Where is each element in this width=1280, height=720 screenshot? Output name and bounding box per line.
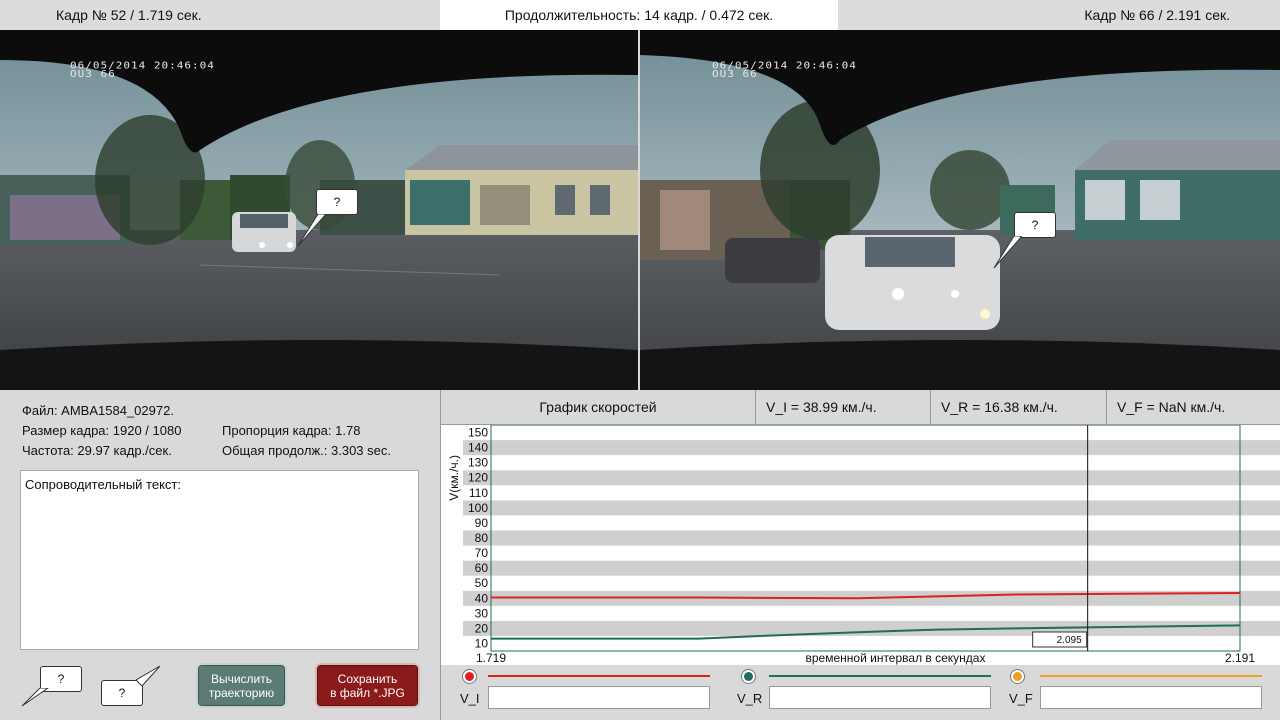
x-axis-label: временной интервал в секундах <box>806 651 986 665</box>
top-bar: Кадр № 52 / 1.719 сек. Продолжительность… <box>0 0 1280 30</box>
vr-legend-label: V_R <box>737 691 763 706</box>
vf-value: V_F = NaN км./ч. <box>1117 399 1226 415</box>
chart-stripe <box>463 605 1280 621</box>
y-tick-label: 10 <box>475 636 489 650</box>
left-frame-marker[interactable]: ? <box>316 189 358 215</box>
y-tick-label: 120 <box>468 471 488 485</box>
y-tick-label: 130 <box>468 456 488 470</box>
vi-value-cell: V_I = 38.99 км./ч. <box>756 390 931 425</box>
chart-title-cell: График скоростей <box>441 390 756 425</box>
duration-label: Продолжительность: 14 кадр. / 0.472 сек. <box>440 0 838 30</box>
vf-legend-label: V_F <box>1009 691 1033 706</box>
right-marker-pointer-icon <box>993 236 1022 269</box>
x-start-label: 1.719 <box>476 651 506 665</box>
vi-legend-line <box>488 675 710 677</box>
vf-legend-line <box>1040 675 1262 677</box>
y-axis-label: V(км./ч.) <box>447 455 461 501</box>
left-video-frame[interactable]: 06/05/2014 20:46:04 OU3 66 ? <box>0 30 638 390</box>
marker-tool-b-pointer-icon <box>136 665 161 687</box>
vi-legend-dot[interactable] <box>463 670 476 683</box>
total-duration: Общая продолж.: 3.303 sec. <box>222 443 391 458</box>
vf-value-cell: V_F = NaN км./ч. <box>1107 390 1280 425</box>
vr-legend-line <box>769 675 991 677</box>
y-tick-label: 140 <box>468 441 488 455</box>
marker-tool-a-pointer-icon <box>21 688 49 707</box>
y-tick-label: 50 <box>475 576 489 590</box>
calculate-trajectory-button[interactable]: Вычислить траекторию <box>196 663 287 708</box>
frame-rate: Частота: 29.97 кадр./сек. <box>22 443 172 458</box>
chart-stripe <box>463 515 1280 531</box>
vi-legend-label: V_I <box>460 691 480 706</box>
x-end-label: 2.191 <box>1225 651 1255 665</box>
chart-stripe <box>463 455 1280 471</box>
right-video-frame[interactable]: 06/05/2014 20:46:04 OU3 66 ? <box>640 30 1280 390</box>
vr-value: V_R = 16.38 км./ч. <box>941 399 1058 415</box>
vr-legend-input[interactable] <box>769 686 991 709</box>
frame-aspect: Пропорция кадра: 1.78 <box>222 423 361 438</box>
vi-legend-input[interactable] <box>488 686 710 709</box>
chart-stripe <box>463 425 1280 441</box>
right-frame-label: Кадр № 66 / 2.191 сек. <box>1084 7 1230 23</box>
y-tick-label: 80 <box>475 531 489 545</box>
chart-title: График скоростей <box>539 399 657 415</box>
right-frame-timestamp: 06/05/2014 20:46:04 OU3 66 <box>712 59 857 80</box>
file-name: Файл: AMBA1584_02972. <box>22 403 174 418</box>
y-tick-label: 100 <box>468 501 488 515</box>
chart-cursor-label: 2.095 <box>1057 635 1082 646</box>
y-tick-label: 40 <box>475 591 489 605</box>
y-tick-label: 70 <box>475 546 489 560</box>
chart-stripe <box>463 470 1280 486</box>
y-tick-label: 110 <box>469 486 488 500</box>
left-frame-timestamp: 06/05/2014 20:46:04 OU3 66 <box>70 59 215 80</box>
chart-stripe <box>463 530 1280 546</box>
chart-stripe <box>463 500 1280 516</box>
vf-legend-input[interactable] <box>1040 686 1262 709</box>
y-tick-label: 150 <box>468 426 488 440</box>
y-tick-label: 30 <box>475 606 489 620</box>
left-marker-pointer-icon <box>297 214 326 247</box>
notes-textarea[interactable]: Сопроводительный текст: <box>20 470 419 650</box>
save-jpg-button[interactable]: Сохранить в файл *.JPG <box>315 663 420 708</box>
vi-value: V_I = 38.99 км./ч. <box>766 399 877 415</box>
chart-stripe <box>463 485 1280 501</box>
vf-legend-dot[interactable] <box>1011 670 1024 683</box>
y-tick-label: 60 <box>475 561 489 575</box>
y-tick-label: 20 <box>475 621 489 635</box>
chart-stripe <box>463 545 1280 561</box>
right-frame-image <box>640 30 1280 390</box>
right-frame-marker[interactable]: ? <box>1014 212 1056 238</box>
vr-value-cell: V_R = 16.38 км./ч. <box>931 390 1107 425</box>
notes-label: Сопроводительный текст: <box>25 477 181 492</box>
vr-legend-dot[interactable] <box>742 670 755 683</box>
left-frame-label: Кадр № 52 / 1.719 сек. <box>56 7 202 23</box>
frame-size: Размер кадра: 1920 / 1080 <box>22 423 182 438</box>
speed-chart[interactable]: 150 140 130 120 110 100 90 80 70 60 50 40 30 20 10 V(км… <box>441 424 1280 665</box>
chart-stripe <box>463 440 1280 456</box>
y-tick-label: 90 <box>475 516 489 530</box>
speed-chart-svg: 150140130120110100908070605040302010 V(км… <box>447 424 1280 665</box>
chart-stripe <box>463 560 1280 576</box>
chart-stripe <box>463 620 1280 636</box>
chart-stripe <box>463 575 1280 591</box>
